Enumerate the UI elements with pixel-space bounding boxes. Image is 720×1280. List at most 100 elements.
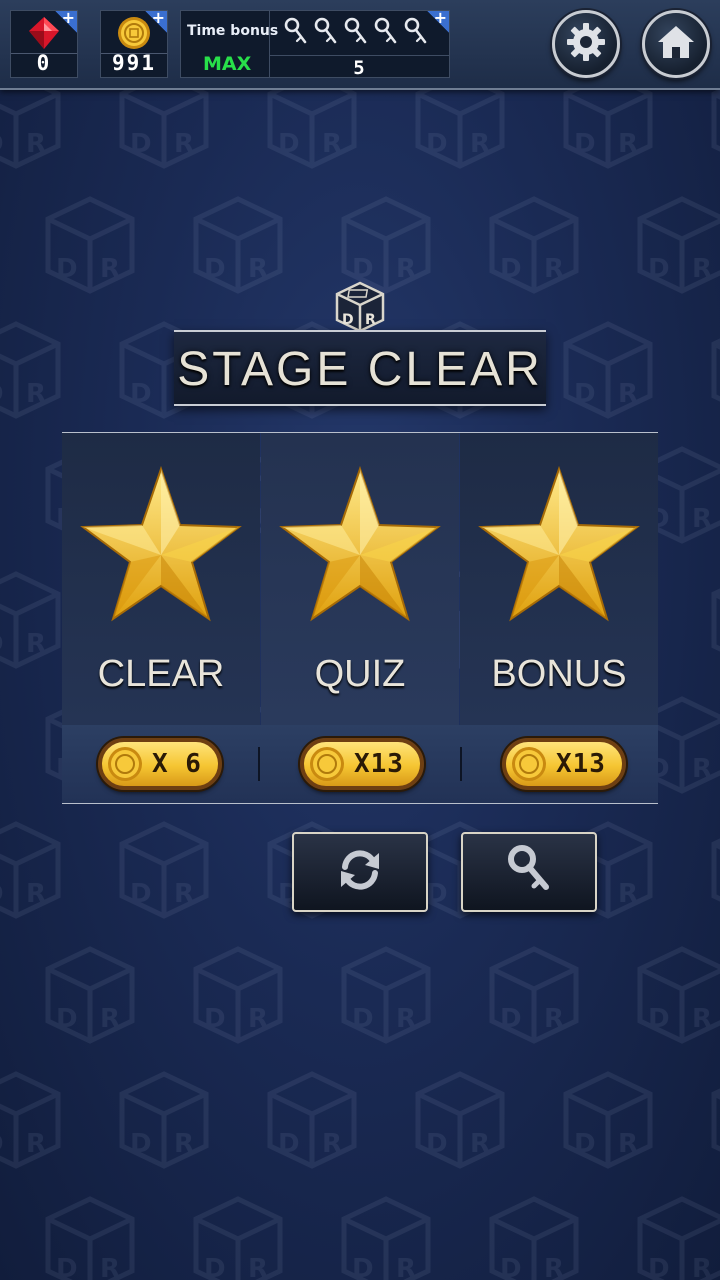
svg-text:D: D [648,1254,670,1280]
background-cube: DR [0,1070,62,1170]
result-label: QUIZ [314,653,406,695]
background-cube: DR [118,1070,210,1170]
gold-coin-icon [308,745,346,787]
star-icon [477,465,641,633]
time-bonus-panel[interactable]: Time bonus MAX 5 + [180,10,450,79]
svg-text:D: D [204,254,226,284]
svg-text:D: D [426,129,448,159]
background-cube: DR [266,1070,358,1170]
background-cube: DR [44,945,136,1045]
background-cube: DR [0,320,62,420]
svg-text:D: D [500,1004,522,1034]
svg-text:D: D [574,129,596,159]
background-cube: DR [44,195,136,295]
svg-text:R: R [248,1004,268,1034]
svg-text:D: D [500,1254,522,1280]
svg-text:D: D [500,254,522,284]
background-cube: DR [488,945,580,1045]
stage-clear-banner: STAGE CLEAR [174,330,546,406]
gems-value: 0 [36,51,52,75]
svg-text:D: D [130,879,152,909]
svg-text:R: R [618,379,638,409]
coins-counter[interactable]: 991 + [100,10,168,78]
svg-text:R: R [692,1004,712,1034]
background-cube: DR [340,945,432,1045]
svg-text:D: D [204,1254,226,1280]
svg-text:R: R [26,379,46,409]
background-cube: DR [0,570,62,670]
svg-text:D: D [130,379,152,409]
home-icon [655,21,697,67]
add-coins-icon[interactable]: + [145,10,167,33]
svg-text:R: R [100,1004,120,1034]
add-gems-icon[interactable]: + [55,10,77,33]
key-icon [313,17,339,51]
svg-text:R: R [322,129,342,159]
results-panel: CLEAR QUIZ BONUS X 6 X13 X13 [62,432,658,804]
svg-text:R: R [618,129,638,159]
gems-counter[interactable]: 0 + [10,10,78,78]
svg-text:R: R [544,1254,564,1280]
background-cube: DR [710,320,720,420]
gear-icon [565,21,607,67]
svg-text:D: D [0,629,4,659]
svg-text:D: D [574,1129,596,1159]
background-cube: DR [488,1195,580,1280]
result-bonus: BONUS [460,433,658,725]
settings-button[interactable] [552,10,620,78]
svg-text:R: R [692,754,712,784]
refresh-icon [333,843,387,901]
clear-reward-badge: X 6 [98,738,222,790]
background-cube: DR [710,820,720,920]
key-icon [373,17,399,51]
keys-count: 5 [353,57,365,79]
retry-button[interactable] [292,832,428,912]
svg-text:R: R [692,504,712,534]
svg-text:R: R [544,1004,564,1034]
svg-text:D: D [56,1254,78,1280]
svg-text:D: D [648,254,670,284]
result-label: CLEAR [97,653,225,695]
svg-text:R: R [26,629,46,659]
page-title: STAGE CLEAR [177,343,543,396]
background-cube: DR [636,1195,720,1280]
background-cube: DR [562,320,654,420]
svg-text:D: D [574,379,596,409]
keys-row [283,17,429,51]
background-cube: DR [192,1195,284,1280]
svg-text:R: R [100,254,120,284]
background-cube: DR [118,820,210,920]
svg-text:R: R [470,1129,490,1159]
svg-text:D: D [204,1004,226,1034]
svg-text:D: D [0,129,4,159]
svg-text:R: R [26,879,46,909]
svg-text:D: D [0,879,4,909]
background-cube: DR [488,195,580,295]
background-cube: DR [192,195,284,295]
key-icon [343,17,369,51]
svg-text:D: D [56,254,78,284]
background-cube: DR [562,90,654,170]
gold-coin-icon [106,745,144,787]
svg-text:R: R [396,254,416,284]
background-cube: DR [636,945,720,1045]
svg-text:R: R [26,129,46,159]
coins-value: 991 [112,51,156,75]
background-cube: DR [192,945,284,1045]
background-cube: DR [562,1070,654,1170]
svg-text:D: D [56,1004,78,1034]
background-cube: DR [0,90,62,170]
hint-key-button[interactable] [461,832,597,912]
svg-text:R: R [100,1254,120,1280]
time-bonus-label: Time bonus [187,23,279,39]
time-bonus-status: MAX [203,53,252,75]
svg-text:R: R [248,1254,268,1280]
result-label: BONUS [491,653,627,695]
svg-text:R: R [365,312,376,328]
svg-text:D: D [426,1129,448,1159]
key-icon [403,17,429,51]
add-keys-icon[interactable]: + [427,10,449,33]
svg-text:D: D [0,379,4,409]
home-button[interactable] [642,10,710,78]
gold-coin-icon [510,745,548,787]
